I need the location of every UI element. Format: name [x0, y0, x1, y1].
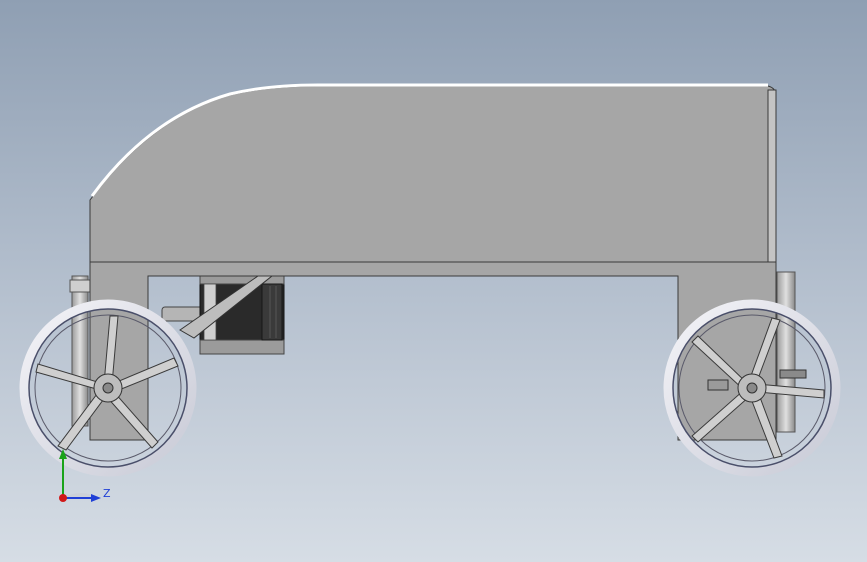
- z-axis-label: Z: [103, 487, 111, 500]
- x-axis-dot: [59, 494, 67, 502]
- rear-post-right: [776, 271, 796, 433]
- rear-post-left: [69, 275, 91, 427]
- vehicle-body: [89, 83, 777, 263]
- cad-viewport[interactable]: Z: [0, 0, 867, 562]
- model-view: Z: [19, 83, 841, 502]
- z-axis-arrowhead: [91, 494, 101, 502]
